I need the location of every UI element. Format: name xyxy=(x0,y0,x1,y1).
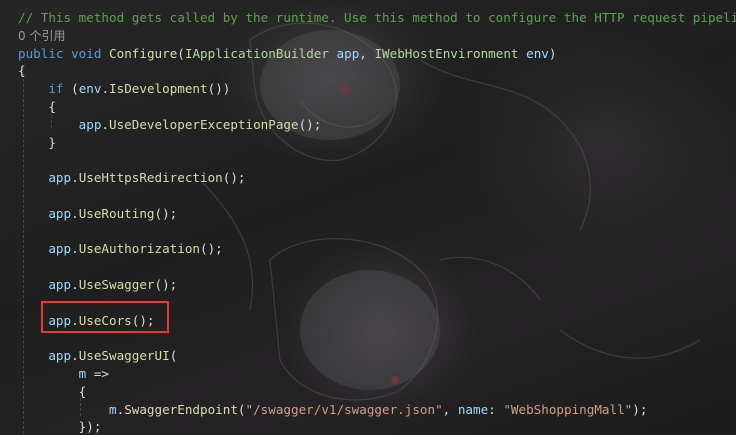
code-token: ( xyxy=(237,401,246,417)
code-token: SwaggerEndpoint xyxy=(124,401,238,417)
code-line[interactable]: app.UseRouting(); xyxy=(18,205,177,223)
code-line[interactable]: app.UseAuthorization(); xyxy=(18,240,223,258)
code-token: name xyxy=(457,401,489,417)
code-token: UseSwaggerUI xyxy=(78,348,170,364)
code-line[interactable]: m.SwaggerEndpoint("/swagger/v1/swagger.j… xyxy=(18,401,647,419)
code-token: UseAuthorization xyxy=(78,241,201,257)
code-token: app xyxy=(78,116,102,132)
code-token: , xyxy=(442,401,458,417)
code-token: . xyxy=(101,81,110,97)
code-token: ( xyxy=(169,348,178,364)
code-line[interactable]: app.UseHttpsRedirection(); xyxy=(18,169,246,187)
code-token: UseSwagger xyxy=(78,277,155,292)
code-line[interactable]: app.UseSwagger(); xyxy=(18,276,177,294)
code-token: , xyxy=(359,45,375,61)
code-token: . xyxy=(101,116,110,132)
code-token: if xyxy=(48,81,64,97)
code-token: IsDevelopment xyxy=(109,81,208,97)
code-token: (); xyxy=(154,205,178,221)
code-line[interactable]: app.UseSwaggerUI( xyxy=(18,347,177,365)
code-token: (); xyxy=(154,277,178,292)
code-line[interactable]: // This method gets called by the runtim… xyxy=(18,9,736,27)
code-token: : xyxy=(488,401,504,417)
code-line[interactable]: m => xyxy=(18,365,109,383)
code-token: app xyxy=(48,170,72,186)
code-token: . xyxy=(71,241,79,257)
code-token: app xyxy=(48,205,72,221)
code-token: ); xyxy=(632,401,648,417)
code-token: app xyxy=(48,277,72,292)
code-token: ( xyxy=(177,45,185,61)
code-token: app xyxy=(336,45,360,61)
code-line[interactable]: }); xyxy=(18,418,102,435)
code-token: ()) xyxy=(207,81,231,97)
code-token: UseHttpsRedirection xyxy=(78,170,223,186)
code-token: => xyxy=(86,366,110,381)
code-token: } xyxy=(18,134,56,150)
code-token: void xyxy=(71,45,102,61)
code-token: "WebShoppingMall" xyxy=(503,401,633,417)
code-token: public xyxy=(18,45,64,61)
code-token: . xyxy=(71,277,79,292)
code-token: }); xyxy=(18,419,102,435)
code-token: . xyxy=(71,205,79,221)
annotation-highlight-box xyxy=(41,301,169,333)
code-token: IWebHostEnvironment xyxy=(374,45,519,61)
code-token: "/swagger/v1/swagger.json" xyxy=(245,401,443,417)
code-token: . xyxy=(71,170,79,186)
code-line[interactable]: public void Configure(IApplicationBuilde… xyxy=(18,45,556,63)
code-token: app xyxy=(48,241,72,257)
code-token: . xyxy=(71,348,79,364)
code-token: 0 个引用 xyxy=(18,28,66,43)
code-token: { xyxy=(18,383,87,399)
code-token: app xyxy=(48,348,72,364)
code-token: ( xyxy=(63,81,79,97)
code-token: { xyxy=(18,99,56,114)
code-token: env xyxy=(526,45,549,61)
code-line[interactable]: if (env.IsDevelopment()) xyxy=(18,80,230,98)
code-token: UseRouting xyxy=(78,205,155,221)
code-token: Configure xyxy=(109,45,178,61)
code-line[interactable]: app.UseDeveloperExceptionPage(); xyxy=(18,116,322,134)
code-token: ) xyxy=(548,45,557,61)
code-line[interactable]: { xyxy=(18,62,26,80)
code-token: UseDeveloperExceptionPage xyxy=(109,116,299,132)
code-token: IApplicationBuilder xyxy=(184,45,329,61)
code-line[interactable]: { xyxy=(18,383,87,401)
code-token: { xyxy=(18,63,26,79)
code-line[interactable]: 0 个引用 xyxy=(18,27,65,45)
code-token: m xyxy=(109,401,117,417)
code-token: // This method gets called by the runtim… xyxy=(18,10,736,25)
code-token: (); xyxy=(200,241,223,257)
code-line[interactable]: { xyxy=(18,98,56,116)
code-line[interactable]: } xyxy=(18,134,56,152)
code-token: (); xyxy=(298,116,322,132)
code-editor[interactable]: // This method gets called by the runtim… xyxy=(0,0,736,435)
code-token: env xyxy=(78,81,102,97)
code-token: (); xyxy=(222,170,246,186)
